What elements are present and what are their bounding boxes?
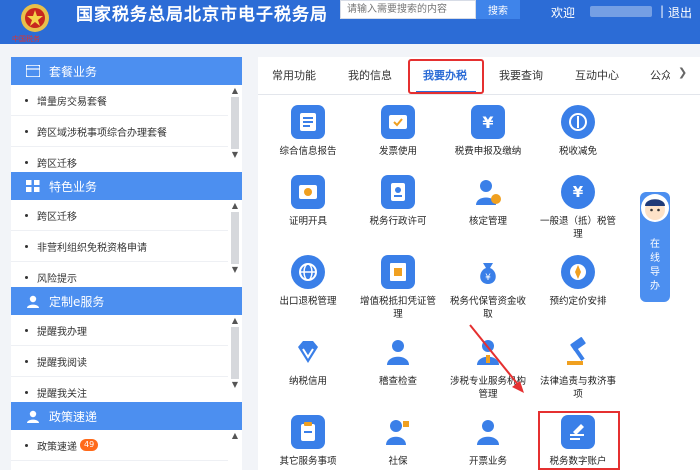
online-help-widget[interactable]: 在 线 导 办 [640,192,670,302]
annotation-arrow [469,324,524,393]
search-button[interactable]: 搜索 [476,0,520,19]
sidebar-section-policy: 政策速递 政策速递 49 ▲ [11,402,242,470]
sidebar-item[interactable]: 跨区域涉税事项综合办理套餐 [11,116,228,147]
site-title: 国家税务总局北京市电子税务局 [76,5,328,25]
username-redacted [590,6,652,17]
sidebar-item[interactable]: 跨区迁移 [11,200,228,231]
sidebar-scrollbar[interactable]: ▲ ▼ [230,315,240,391]
grid-icon [25,64,41,78]
count-badge: 49 [80,439,99,451]
sidebar-section-header[interactable]: 套餐业务 [11,57,242,85]
sidebar-section-header[interactable]: 特色业务 [11,172,242,200]
user-icon [25,294,41,308]
welcome-text: 欢迎 [551,6,576,20]
sidebar-section-title: 定制e服务 [49,294,105,309]
sidebar-section-featured: 特色业务 跨区迁移 非营利组织免税资格申请 风险提示 ▲ ▼ [11,172,242,293]
sidebar-section-title: 套餐业务 [49,64,98,79]
sidebar-scrollbar[interactable]: ▲ ▼ [230,85,240,161]
top-header: 中国税务 国家税务总局北京市电子税务局 搜索 欢迎 | 退出 [0,0,700,44]
search-input[interactable] [340,0,476,19]
logo-caption: 中国税务 [12,35,40,43]
user-icon [25,409,41,423]
online-help-label: 在 线 导 办 [650,239,660,292]
sidebar: 套餐业务 增量房交易套餐 跨区域涉税事项综合办理套餐 跨区迁移 ▲ ▼ 特色业务 … [11,57,242,470]
sidebar-section-title: 特色业务 [49,179,98,194]
logout-link[interactable]: 退出 [668,4,692,21]
grid-icon [25,179,41,193]
sidebar-section-header[interactable]: 政策速递 [11,402,242,430]
sidebar-item[interactable]: 提醒我办理 [11,315,228,346]
assistant-avatar-icon [641,194,669,222]
main-panel: 常用功能 我的信息 我要办税 我要查询 互动中心 公众服务 ❯ 综合信息报告 发… [258,57,700,470]
sidebar-item[interactable]: 非营利组织免税资格申请 [11,231,228,262]
sidebar-scrollbar[interactable]: ▲ ▼ [230,200,240,276]
sidebar-item[interactable]: 提醒我阅读 [11,346,228,377]
tax-emblem-logo [21,4,49,32]
sidebar-section-custom-service: 定制e服务 提醒我办理 提醒我阅读 提醒我关注 ▲ ▼ [11,287,242,408]
sidebar-section-title: 政策速递 [49,409,98,424]
sidebar-item[interactable]: 政策速递 49 [11,430,228,461]
sidebar-scrollbar[interactable]: ▲ [230,430,240,442]
sidebar-item[interactable]: 增量房交易套餐 [11,85,228,116]
sidebar-section-header[interactable]: 定制e服务 [11,287,242,315]
header-separator: | [660,4,665,18]
sidebar-section-package: 套餐业务 增量房交易套餐 跨区域涉税事项综合办理套餐 跨区迁移 ▲ ▼ [11,57,242,178]
